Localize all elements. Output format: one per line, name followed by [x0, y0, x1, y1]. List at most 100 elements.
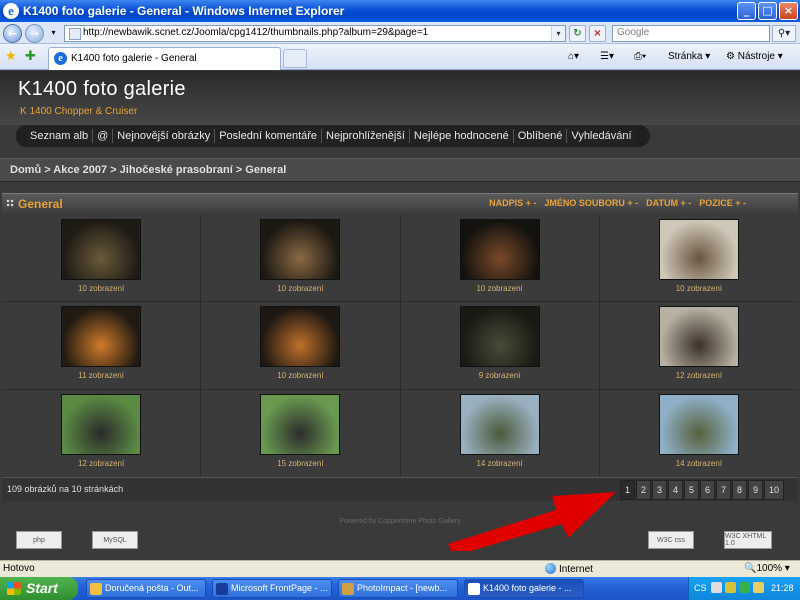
globe-icon — [545, 563, 556, 574]
site-subtitle: K 1400 Chopper & Cruiser — [20, 106, 138, 117]
sort-position[interactable]: POZICE + - — [699, 198, 746, 208]
task-outlook[interactable]: Doručená pošta - Out... — [86, 579, 206, 598]
thumbnail-image[interactable] — [61, 393, 142, 455]
address-url: http://newbawik.scnet.cz/Joomla/cpg1412/… — [83, 27, 429, 38]
address-dropdown-icon[interactable]: ▾ — [551, 26, 565, 41]
page-menu[interactable]: Stránka ▾ — [668, 51, 710, 62]
gallery-title-text: General — [18, 197, 63, 211]
search-input[interactable]: Google — [612, 25, 770, 42]
thumbnail-cell: 14 zobrazení — [599, 389, 798, 476]
photoimpact-icon — [342, 583, 354, 595]
css-badge-text: W3C css — [657, 536, 685, 544]
tray-icon-4[interactable] — [753, 582, 764, 593]
windows-logo-icon — [7, 582, 21, 595]
task-outlook-label: Doručená pošta - Out... — [105, 583, 199, 593]
thumbnail-image[interactable] — [658, 393, 739, 455]
start-button[interactable]: Start — [0, 577, 78, 600]
page-link[interactable]: 9 — [748, 480, 763, 500]
forward-button[interactable]: → — [25, 24, 44, 43]
thumbnail-image[interactable] — [658, 306, 739, 368]
page-link[interactable]: 3 — [652, 480, 667, 500]
thumbnail-caption: 12 zobrazení — [77, 458, 125, 468]
php-badge[interactable]: php — [16, 531, 62, 549]
xhtml-badge[interactable]: W3C XHTML 1.0 — [724, 531, 772, 549]
search-icon[interactable]: ⚲▾ — [772, 25, 796, 42]
stop-icon[interactable]: × — [589, 25, 606, 42]
page-link[interactable]: 5 — [684, 480, 699, 500]
menu-item-contact[interactable]: @ — [93, 129, 114, 143]
thumbnail-cell: 10 zobrazení — [599, 215, 798, 302]
tray-icon-3[interactable] — [739, 582, 750, 593]
tray-icon-1[interactable] — [711, 582, 722, 593]
back-button[interactable]: ← — [3, 24, 22, 43]
thumbnail-image[interactable] — [459, 393, 540, 455]
tools-menu[interactable]: ⚙ Nástroje ▾ — [726, 51, 783, 62]
tray-icon-2[interactable] — [725, 582, 736, 593]
menu-item-top-rated[interactable]: Nejlépe hodnocené — [410, 129, 514, 143]
task-photoimpact[interactable]: PhotoImpact - [newb... — [338, 579, 458, 598]
task-frontpage[interactable]: Microsoft FrontPage - ... — [212, 579, 332, 598]
thumbnail-cell: 10 zobrazení — [201, 215, 400, 302]
thumbnail-image[interactable] — [260, 393, 341, 455]
task-photoimpact-label: PhotoImpact - [newb... — [357, 583, 448, 593]
thumbnail-image[interactable] — [459, 306, 540, 368]
tab-active[interactable]: e K1400 foto galerie - General — [48, 47, 281, 70]
sort-title[interactable]: NADPIS + - — [489, 198, 536, 208]
thumbnail-caption: 14 zobrazení — [476, 458, 523, 468]
menu-item-last-comments[interactable]: Poslední komentáře — [215, 129, 323, 143]
page-icon — [69, 28, 81, 40]
thumbnail-caption: 12 zobrazení — [675, 371, 722, 381]
menu-item-most-viewed[interactable]: Nejprohlíženější — [322, 129, 410, 143]
pagination: 1 2 3 4 5 6 7 8 9 10 — [619, 480, 784, 500]
thumbnail-cell: 9 zobrazení — [400, 302, 599, 389]
new-tab-button[interactable] — [283, 49, 307, 68]
security-zone: Internet — [545, 563, 593, 575]
feeds-icon[interactable]: ☰▾ — [600, 51, 614, 62]
breadcrumb[interactable]: Domů > Akce 2007 > Jihočeské prasobraní … — [0, 158, 800, 182]
page-link[interactable]: 6 — [700, 480, 715, 500]
thumbnail-cell: 14 zobrazení — [400, 389, 599, 476]
thumbnail-image[interactable] — [260, 219, 341, 280]
thumbnail-image[interactable] — [459, 219, 540, 280]
thumbnail-caption: 15 zobrazení — [277, 458, 324, 468]
page-link[interactable]: 10 — [764, 480, 784, 500]
tab-toolbar: ★ ✚ e K1400 foto galerie - General ⌂▾ ☰▾… — [0, 44, 800, 70]
address-field[interactable]: http://newbawik.scnet.cz/Joomla/cpg1412/… — [64, 25, 566, 42]
thumbnail-caption: 10 zobrazení — [675, 284, 722, 293]
menu-item-favorites[interactable]: Oblíbené — [514, 129, 568, 143]
minimize-button[interactable]: _ — [737, 2, 756, 20]
thumbnail-image[interactable] — [260, 306, 341, 368]
page-link[interactable]: 7 — [716, 480, 731, 500]
gallery-table: General NADPIS + - JMÉNO SOUBORU + - DAT… — [2, 193, 798, 503]
print-icon[interactable]: ⎙▾ — [634, 51, 646, 62]
title-bar[interactable]: e K1400 foto galerie - General - Windows… — [0, 0, 800, 22]
page-link[interactable]: 2 — [636, 480, 651, 500]
mysql-badge[interactable]: MySQL — [92, 531, 138, 549]
language-indicator[interactable]: CS — [694, 583, 707, 593]
zoom-level[interactable]: 🔍100% ▾ — [744, 563, 790, 574]
refresh-icon[interactable]: ↻ — [569, 25, 586, 42]
menu-item-album-list[interactable]: Seznam alb — [26, 129, 94, 143]
favorites-star-icon[interactable]: ★ — [5, 49, 17, 64]
add-favorite-icon[interactable]: ✚ — [25, 49, 36, 64]
task-ie[interactable]: K1400 foto galerie - ... — [464, 579, 584, 598]
thumbnail-image[interactable] — [658, 219, 739, 280]
page-link[interactable]: 8 — [732, 480, 747, 500]
maximize-button[interactable]: □ — [758, 2, 777, 20]
thumbnail-grid: 10 zobrazení 10 zobrazení 10 zobrazení 10 z… — [2, 215, 798, 476]
thumbnail-image[interactable] — [61, 219, 142, 280]
page-link[interactable]: 4 — [668, 480, 683, 500]
xhtml-badge-text: W3C XHTML 1.0 — [725, 533, 766, 547]
frontpage-icon — [216, 583, 228, 595]
close-button[interactable]: × — [779, 2, 798, 20]
thumbnail-image[interactable] — [61, 306, 142, 368]
history-dropdown-icon[interactable]: ▾ — [45, 25, 62, 42]
sort-date[interactable]: DATUM + - — [646, 198, 691, 208]
home-icon[interactable]: ⌂▾ — [568, 51, 579, 62]
css-badge[interactable]: W3C css — [648, 531, 694, 549]
powered-by[interactable]: Powered by Coppermine Photo Gallery — [0, 518, 800, 525]
site-title: K1400 foto galerie — [18, 78, 186, 100]
menu-item-latest[interactable]: Nejnovější obrázky — [113, 129, 216, 143]
sort-filename[interactable]: JMÉNO SOUBORU + - — [544, 198, 638, 208]
menu-item-search[interactable]: Vyhledávání — [567, 129, 635, 143]
